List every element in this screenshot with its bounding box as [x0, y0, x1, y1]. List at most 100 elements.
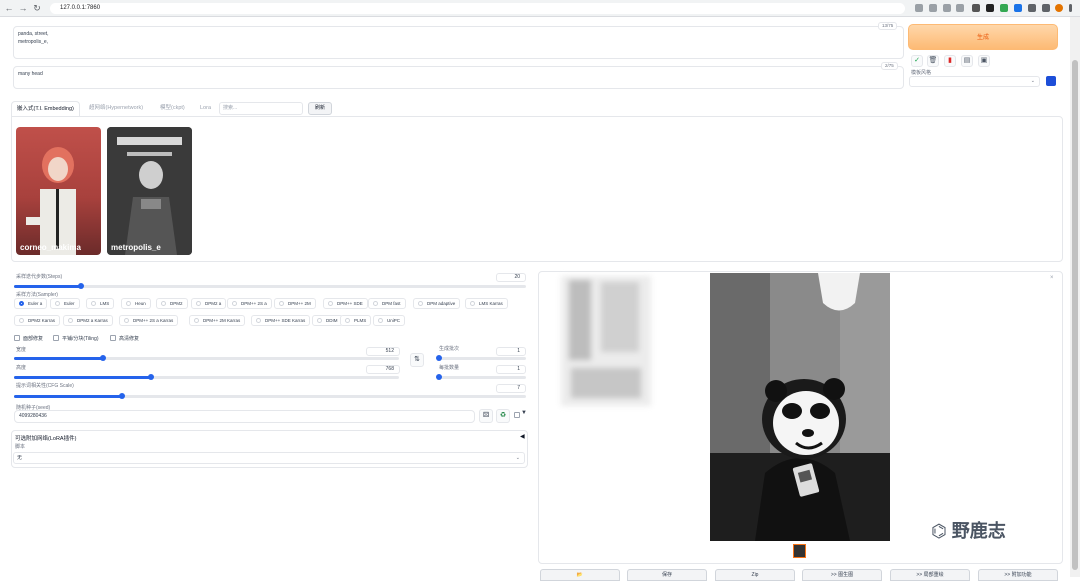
sampler-option[interactable]: Heun: [121, 298, 151, 309]
refresh-button[interactable]: 刷新: [308, 102, 332, 115]
generate-button[interactable]: 生成: [908, 24, 1058, 50]
radio-indicator: [470, 301, 475, 306]
script-dropdown[interactable]: 无 ⌄: [13, 452, 525, 464]
sampler-option[interactable]: DDIM: [312, 315, 343, 326]
extension-icon[interactable]: [1014, 4, 1022, 12]
cfg-slider-handle[interactable]: [119, 393, 125, 399]
reload-icon[interactable]: ↻: [32, 3, 42, 13]
sampler-option-label: DPM adaptive: [427, 301, 456, 306]
batch-size-input[interactable]: 1: [496, 365, 526, 374]
tab-lora[interactable]: Lora: [200, 101, 211, 116]
styles-dropdown[interactable]: ⌄: [909, 76, 1040, 87]
batch-size-slider[interactable]: [437, 376, 526, 379]
tiling-checkbox[interactable]: 平铺/分块(Tiling): [53, 335, 98, 343]
translate-icon[interactable]: [915, 4, 923, 12]
sampler-option[interactable]: DPM++ 2M Karras: [189, 315, 246, 326]
puzzle-icon[interactable]: [1028, 4, 1036, 12]
generated-image[interactable]: [710, 273, 890, 541]
sampler-option[interactable]: DPM2 a: [191, 298, 227, 309]
recycle-icon[interactable]: ♻: [496, 409, 510, 423]
clipboard-icon[interactable]: ▤: [961, 55, 973, 67]
batch-count-slider-handle[interactable]: [436, 355, 442, 361]
card-icon[interactable]: ▮: [944, 55, 956, 67]
sampler-option[interactable]: DPM fast: [368, 298, 406, 309]
send-to-img2img-button[interactable]: >> 图生图: [802, 569, 882, 581]
star-icon[interactable]: [956, 4, 964, 12]
script-label: 脚本: [15, 444, 26, 450]
address-bar[interactable]: 127.0.0.1:7860: [50, 3, 905, 14]
height-input[interactable]: 768: [366, 365, 400, 374]
scrollbar-thumb[interactable]: [1072, 60, 1078, 570]
dice-icon[interactable]: ⚄: [479, 409, 493, 423]
sampler-option-label: DPM2 a Karras: [77, 318, 108, 323]
card-label: metropolis_e: [111, 243, 161, 252]
extension-icon[interactable]: [972, 4, 980, 12]
sampler-option[interactable]: DPM++ 2S a: [227, 298, 272, 309]
cfg-input[interactable]: 7: [496, 384, 526, 393]
sampler-option[interactable]: Euler a: [14, 298, 48, 309]
sampler-option-label: DPM++ 2S a: [241, 301, 267, 306]
send-to-inpaint-button[interactable]: >> 局部重绘: [890, 569, 970, 581]
steps-slider-handle[interactable]: [78, 283, 84, 289]
face-restore-checkbox[interactable]: 面部修复: [14, 335, 43, 343]
radio-indicator: [328, 301, 333, 306]
sampler-option[interactable]: DPM adaptive: [413, 298, 461, 309]
close-icon[interactable]: ×: [1050, 275, 1054, 281]
open-folder-button[interactable]: 📂: [540, 569, 620, 581]
back-icon[interactable]: ←: [4, 3, 14, 13]
extension-icon[interactable]: [1000, 4, 1008, 12]
sampler-option[interactable]: Euler: [50, 298, 80, 309]
tab-checkpoint[interactable]: 模型(ckpt): [160, 101, 185, 116]
sampler-option-label: DPM++ 2S a Karras: [133, 318, 174, 323]
share-icon[interactable]: [943, 4, 951, 12]
sampler-option[interactable]: LMS: [86, 298, 115, 309]
sampler-option[interactable]: DPM2: [156, 298, 188, 309]
hires-fix-checkbox[interactable]: 高清修复: [110, 335, 139, 343]
zip-button[interactable]: Zip: [715, 569, 795, 581]
save-button[interactable]: 保存: [627, 569, 707, 581]
swap-dimensions-icon[interactable]: ⇅: [410, 353, 424, 367]
batch-count-input[interactable]: 1: [496, 347, 526, 356]
checkmark-icon[interactable]: ✓: [911, 55, 923, 67]
batch-count-slider[interactable]: [437, 357, 526, 360]
sampler-option[interactable]: DPM++ 2M: [274, 298, 316, 309]
steps-slider[interactable]: [14, 285, 526, 288]
sampler-option[interactable]: UniPC: [373, 315, 406, 326]
sampler-option[interactable]: PLMS: [340, 315, 372, 326]
lora-section-label[interactable]: 可选附加网络(LoRA插件): [15, 434, 76, 442]
collapse-icon[interactable]: ◀: [520, 433, 525, 440]
sampler-option[interactable]: LMS Karras: [465, 298, 508, 309]
avatar[interactable]: [1055, 4, 1063, 12]
thumbnail[interactable]: [793, 544, 806, 558]
batch-size-slider-handle[interactable]: [436, 374, 442, 380]
extra-seed-checkbox[interactable]: [514, 412, 520, 418]
sampler-option[interactable]: DPM2 a Karras: [63, 315, 113, 326]
triangle-down-icon[interactable]: ▼: [521, 410, 527, 416]
tab-hypernetwork[interactable]: 超网络(Hypernetwork): [89, 101, 143, 116]
width-slider-handle[interactable]: [100, 355, 106, 361]
sampler-option-label: DPM2: [170, 301, 183, 306]
zoom-icon[interactable]: [929, 4, 937, 12]
embedding-card[interactable]: metropolis_e: [107, 127, 192, 255]
extension-icon[interactable]: [986, 4, 994, 12]
width-input[interactable]: 512: [366, 347, 400, 356]
sampler-option[interactable]: DPM++ 2S a Karras: [119, 315, 179, 326]
sampler-option[interactable]: DPM++ SDE Karras: [251, 315, 311, 326]
sampler-option-label: DDIM: [326, 318, 338, 323]
forward-icon[interactable]: →: [18, 3, 28, 13]
embedding-card[interactable]: corneo_makima: [16, 127, 101, 255]
menu-icon[interactable]: [1069, 4, 1072, 12]
trash-icon[interactable]: 🗑: [927, 55, 939, 67]
search-input[interactable]: 搜索...: [219, 102, 303, 115]
apply-style-button[interactable]: [1046, 76, 1056, 86]
negative-prompt-input[interactable]: many head: [13, 66, 904, 89]
sampler-option[interactable]: DPM++ SDE: [323, 298, 368, 309]
sampler-option[interactable]: DPM2 Karras: [14, 315, 61, 326]
save-style-icon[interactable]: ▣: [978, 55, 990, 67]
steps-input[interactable]: 20: [496, 273, 526, 282]
seed-input[interactable]: 4099280436: [14, 410, 475, 423]
sidebar-icon[interactable]: [1042, 4, 1050, 12]
send-to-extras-button[interactable]: >> 附加功能: [978, 569, 1058, 581]
height-slider-handle[interactable]: [148, 374, 154, 380]
prompt-input[interactable]: panda, street, metropolis_e,: [13, 26, 904, 59]
